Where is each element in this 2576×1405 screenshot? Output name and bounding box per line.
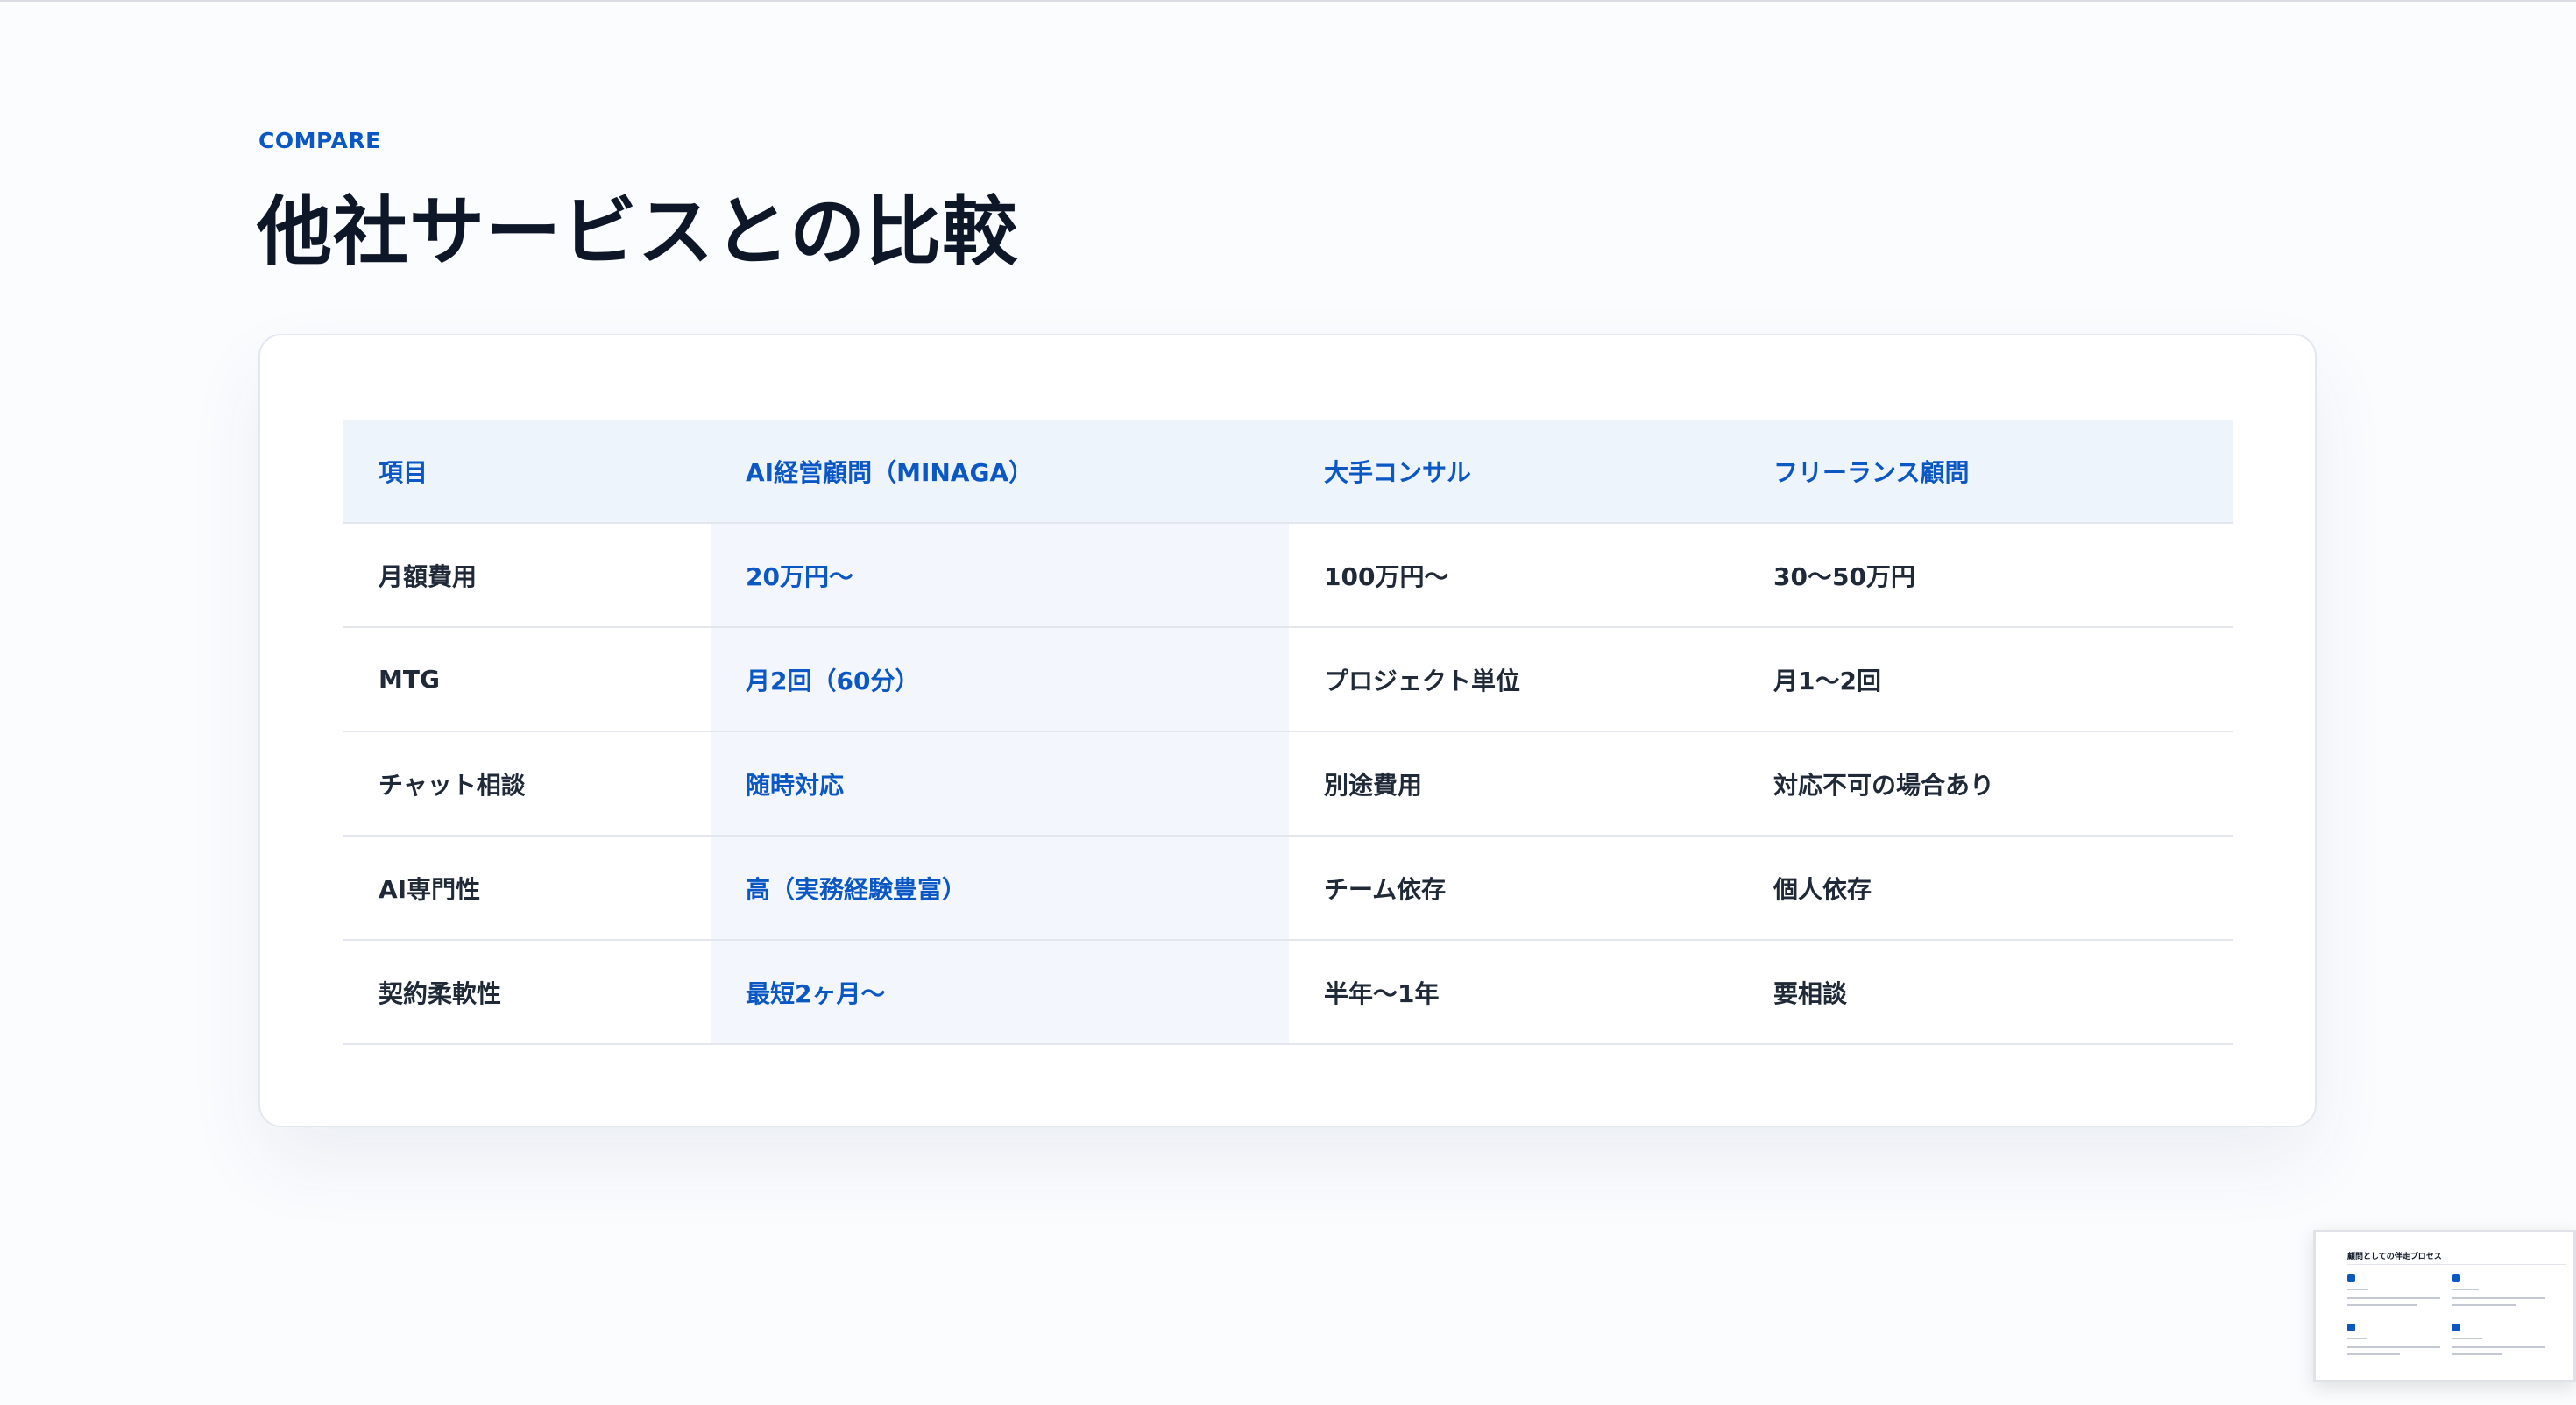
comparison-table: 項目 AI経営顧問（MINAGA） 大手コンサル フリーランス顧問 月額費用 2… xyxy=(343,420,2233,1045)
major-consulting-cell: 別途費用 xyxy=(1289,731,1738,837)
preview-step xyxy=(2452,1271,2549,1315)
preview-step-badge xyxy=(2347,1324,2355,1331)
comparison-card: 項目 AI経営顧問（MINAGA） 大手コンサル フリーランス顧問 月額費用 2… xyxy=(258,334,2317,1127)
preview-step-badge xyxy=(2347,1274,2355,1282)
freelance-cell: 30〜50万円 xyxy=(1738,523,2233,628)
header-minaga: AI経営顧問（MINAGA） xyxy=(711,420,1289,524)
page: COMPARE 他社サービスとの比較 項目 AI経営顧問（MINAGA） 大手コ… xyxy=(0,0,2576,1405)
table-row: チャット相談 随時対応 別途費用 対応不可の場合あり xyxy=(343,731,2233,837)
row-label: 月額費用 xyxy=(343,523,711,628)
section-title: 他社サービスとの比較 xyxy=(257,188,1019,276)
row-label: 契約柔軟性 xyxy=(343,940,711,1045)
freelance-cell: 要相談 xyxy=(1738,940,2233,1045)
row-label: AI専門性 xyxy=(343,836,711,941)
minaga-cell: 高（実務経験豊富） xyxy=(711,836,1289,941)
header-freelance: フリーランス顧問 xyxy=(1738,420,2233,524)
freelance-cell: 月1〜2回 xyxy=(1738,627,2233,732)
table-row: 月額費用 20万円〜 100万円〜 30〜50万円 xyxy=(343,523,2233,628)
major-consulting-cell: プロジェクト単位 xyxy=(1289,627,1738,732)
next-slide-preview[interactable]: 顧問としての伴走プロセス xyxy=(2313,1230,2576,1382)
table-row: AI専門性 高（実務経験豊富） チーム依存 個人依存 xyxy=(343,836,2233,941)
major-consulting-cell: 半年〜1年 xyxy=(1289,940,1738,1045)
preview-step-badge xyxy=(2452,1324,2460,1331)
header-major-consulting: 大手コンサル xyxy=(1289,420,1738,524)
preview-step xyxy=(2347,1320,2444,1364)
row-label: チャット相談 xyxy=(343,731,711,837)
preview-step xyxy=(2452,1320,2549,1364)
section-eyebrow: COMPARE xyxy=(258,128,381,153)
preview-step xyxy=(2347,1271,2444,1315)
table-row: 契約柔軟性 最短2ヶ月〜 半年〜1年 要相談 xyxy=(343,940,2233,1045)
preview-step-badge xyxy=(2452,1274,2460,1282)
freelance-cell: 個人依存 xyxy=(1738,836,2233,941)
header-item: 項目 xyxy=(343,420,711,524)
preview-title: 顧問としての伴走プロセス xyxy=(2347,1253,2442,1261)
minaga-cell: 20万円〜 xyxy=(711,523,1289,628)
top-divider xyxy=(0,0,2576,2)
table-row: MTG 月2回（60分） プロジェクト単位 月1〜2回 xyxy=(343,627,2233,732)
major-consulting-cell: チーム依存 xyxy=(1289,836,1738,941)
row-label: MTG xyxy=(343,627,711,732)
preview-divider xyxy=(2347,1264,2566,1265)
major-consulting-cell: 100万円〜 xyxy=(1289,523,1738,628)
minaga-cell: 最短2ヶ月〜 xyxy=(711,940,1289,1045)
minaga-cell: 月2回（60分） xyxy=(711,627,1289,732)
table-header-row: 項目 AI経営顧問（MINAGA） 大手コンサル フリーランス顧問 xyxy=(343,420,2233,524)
minaga-cell: 随時対応 xyxy=(711,731,1289,837)
freelance-cell: 対応不可の場合あり xyxy=(1738,731,2233,837)
